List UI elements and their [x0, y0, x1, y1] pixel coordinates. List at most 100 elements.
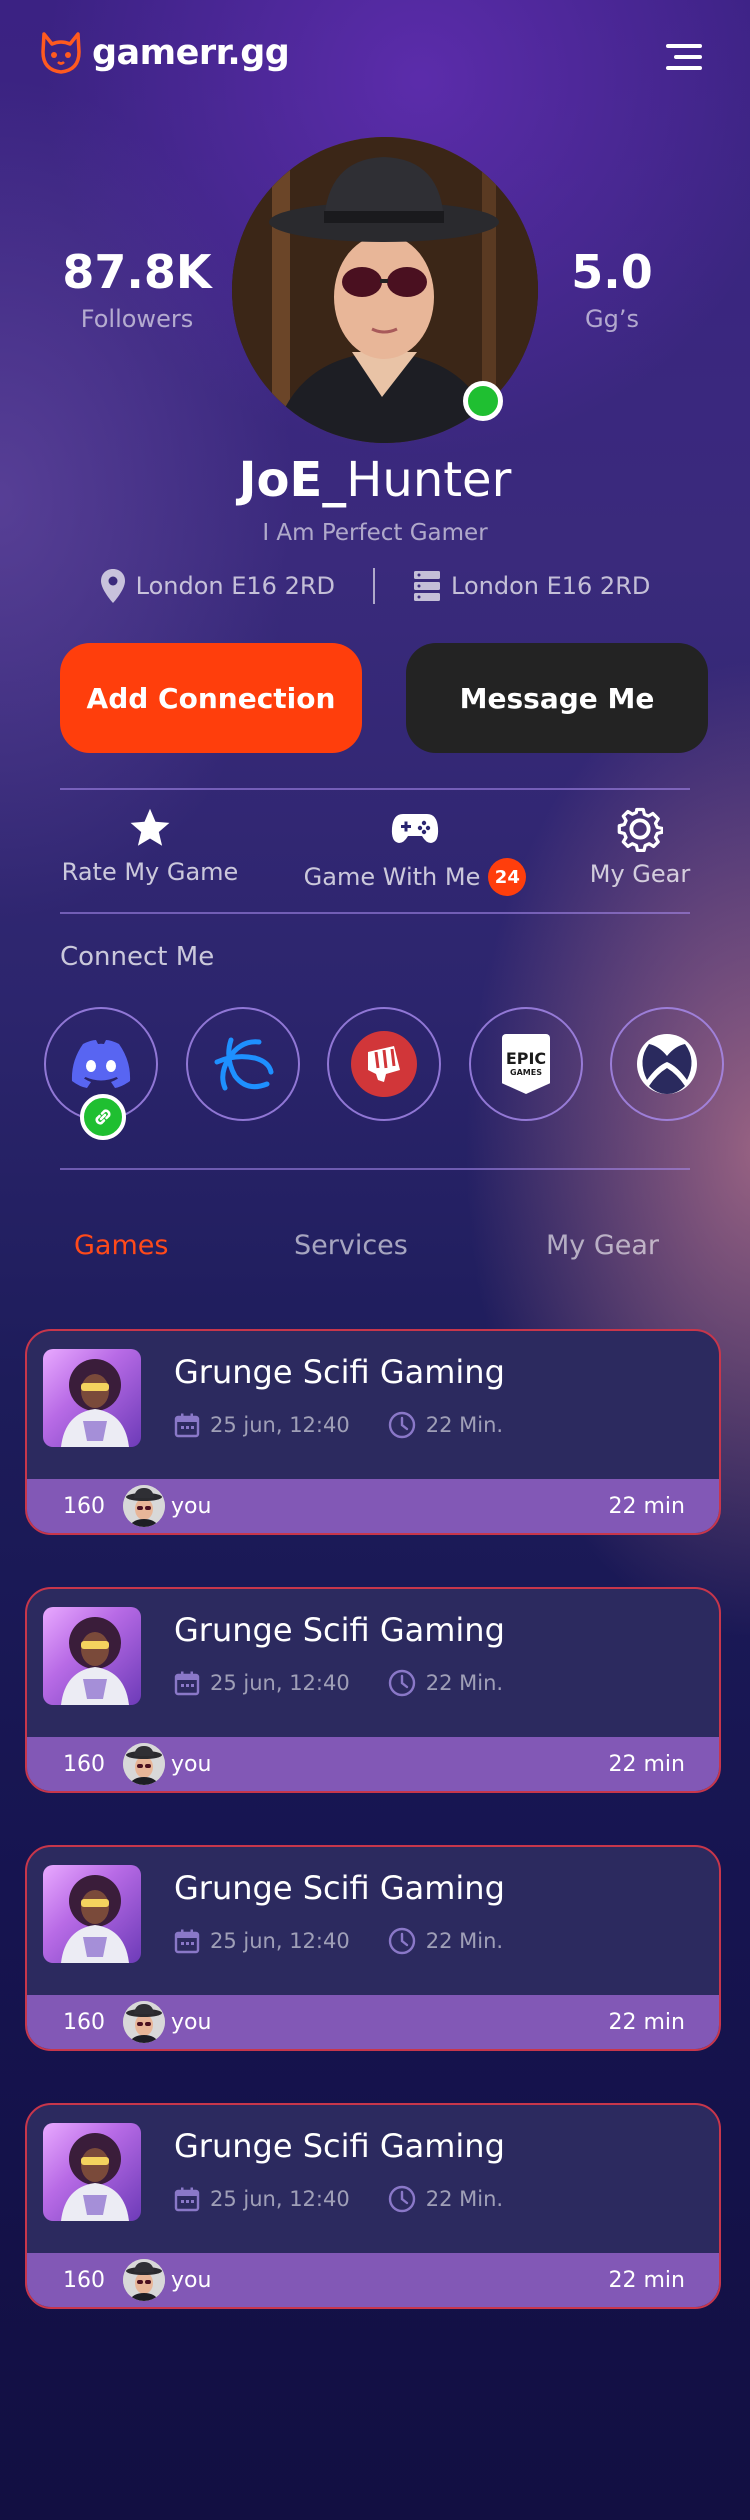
server-icon [414, 571, 440, 601]
map-pin-icon [100, 569, 125, 603]
server-item: London E16 2RD [413, 570, 650, 602]
game-count-badge: 24 [488, 858, 527, 896]
server-text: London E16 2RD [451, 572, 651, 600]
epic-games-icon: EPIC GAMES [502, 1034, 550, 1094]
brand-logo[interactable]: gamerr.gg [38, 30, 290, 76]
user-avatar [123, 1743, 165, 1785]
user-avatar [123, 2001, 165, 2043]
game-date: 25 jun, 12:40 [174, 1412, 350, 1438]
rating-value: 5.0 [571, 245, 653, 299]
game-duration: 22 Min. [388, 1927, 503, 1955]
game-date: 25 jun, 12:40 [174, 1928, 350, 1954]
rate-my-game-action[interactable]: Rate My Game [55, 806, 245, 886]
username-bold: JoE_ [238, 452, 347, 508]
game-title: Grunge Scifi Gaming [174, 2127, 505, 2165]
game-with-me-label: Game With Me [303, 863, 481, 891]
add-connection-button[interactable]: Add Connection [60, 643, 362, 753]
game-title: Grunge Scifi Gaming [174, 1611, 505, 1649]
game-card[interactable]: Grunge Scifi Gaming 25 jun, 12:40 22 Min… [25, 1329, 721, 1535]
game-date-text: 25 jun, 12:40 [210, 2187, 350, 2211]
tab-my-gear[interactable]: My Gear [546, 1230, 659, 1261]
rating-label: Gg’s [585, 305, 639, 333]
game-card-footer: 160 you 22 min [27, 1995, 719, 2049]
gamepad-icon [391, 814, 439, 843]
xbox-button[interactable] [610, 1007, 724, 1121]
game-date-text: 25 jun, 12:40 [210, 1671, 350, 1695]
game-time: 22 min [608, 1493, 685, 1519]
divider [60, 912, 690, 914]
game-duration: 22 Min. [388, 2185, 503, 2213]
my-gear-action[interactable]: My Gear [565, 806, 715, 888]
game-date: 25 jun, 12:40 [174, 1670, 350, 1696]
tagline: I Am Perfect Gamer [262, 520, 488, 546]
game-with-me-action[interactable]: Game With Me 24 [295, 806, 535, 896]
divider [60, 1168, 690, 1170]
followers-value: 87.8K [62, 245, 212, 299]
riot-button[interactable] [327, 1007, 441, 1121]
game-thumbnail [43, 1865, 141, 1963]
link-icon [80, 1094, 126, 1140]
game-title: Grunge Scifi Gaming [174, 1869, 505, 1907]
riot-icon [351, 1031, 417, 1097]
game-count: 160 [63, 2267, 105, 2293]
game-date-text: 25 jun, 12:40 [210, 1413, 350, 1437]
epic-logo-text: EPIC [505, 1049, 547, 1068]
game-count: 160 [63, 1493, 105, 1519]
location-text: London E16 2RD [135, 572, 335, 600]
game-duration: 22 Min. [388, 1411, 503, 1439]
tab-services[interactable]: Services [294, 1230, 408, 1261]
rating-stat: 5.0 Gg’s [512, 245, 712, 333]
followers-stat: 87.8K Followers [37, 245, 237, 333]
calendar-icon [174, 1413, 200, 1438]
game-count: 160 [63, 2009, 105, 2035]
brand-name: gamerr.gg [92, 33, 290, 73]
game-card-footer: 160 you 22 min [27, 1479, 719, 1533]
battlenet-button[interactable] [186, 1007, 300, 1121]
game-user: you [171, 2009, 212, 2035]
game-title: Grunge Scifi Gaming [174, 1353, 505, 1391]
clock-icon [388, 2185, 415, 2213]
calendar-icon [174, 1671, 200, 1696]
username: JoE_Hunter [0, 452, 750, 508]
username-rest: Hunter [346, 452, 512, 508]
game-thumbnail [43, 1607, 141, 1705]
game-card-footer: 160 you 22 min [27, 2253, 719, 2307]
tab-games[interactable]: Games [74, 1230, 168, 1261]
message-me-button[interactable]: Message Me [406, 643, 708, 753]
game-meta: 25 jun, 12:40 22 Min. [174, 2185, 503, 2213]
game-date: 25 jun, 12:40 [174, 2186, 350, 2212]
menu-icon[interactable] [662, 44, 702, 74]
game-card[interactable]: Grunge Scifi Gaming 25 jun, 12:40 22 Min… [25, 1587, 721, 1793]
game-card-footer: 160 you 22 min [27, 1737, 719, 1791]
game-user: you [171, 2267, 212, 2293]
game-meta: 25 jun, 12:40 22 Min. [174, 1411, 503, 1439]
user-avatar [123, 2259, 165, 2301]
game-time: 22 min [608, 2009, 685, 2035]
location-item: London E16 2RD [100, 568, 335, 604]
game-duration: 22 Min. [388, 1669, 503, 1697]
game-duration-text: 22 Min. [425, 1929, 504, 1953]
game-user: you [171, 1493, 212, 1519]
game-date-text: 25 jun, 12:40 [210, 1929, 350, 1953]
divider [60, 788, 690, 790]
online-status-indicator [463, 381, 503, 421]
game-time: 22 min [608, 2267, 685, 2293]
game-card[interactable]: Grunge Scifi Gaming 25 jun, 12:40 22 Min… [25, 1845, 721, 2051]
game-meta: 25 jun, 12:40 22 Min. [174, 1927, 503, 1955]
game-thumbnail [43, 2123, 141, 2221]
clock-icon [388, 1669, 415, 1697]
my-gear-label: My Gear [589, 860, 691, 888]
location-divider [373, 568, 375, 604]
game-meta: 25 jun, 12:40 22 Min. [174, 1669, 503, 1697]
epic-games-button[interactable]: EPIC GAMES [469, 1007, 583, 1121]
battlenet-icon [214, 1037, 274, 1091]
cat-icon [41, 32, 81, 74]
calendar-icon [174, 1929, 200, 1954]
discord-icon [71, 1040, 131, 1088]
game-card[interactable]: Grunge Scifi Gaming 25 jun, 12:40 22 Min… [25, 2103, 721, 2309]
followers-label: Followers [80, 305, 194, 333]
game-duration-text: 22 Min. [425, 1671, 504, 1695]
xbox-icon [637, 1034, 697, 1094]
game-duration-text: 22 Min. [425, 1413, 504, 1437]
clock-icon [388, 1927, 415, 1955]
